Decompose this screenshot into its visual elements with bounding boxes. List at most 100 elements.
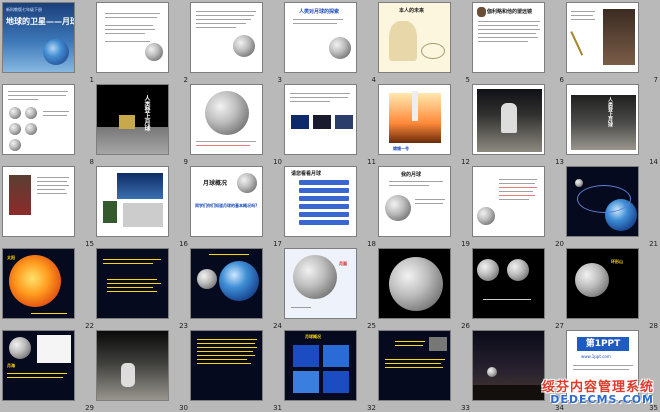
slide-thumb-19[interactable]: 我的月球 19 [378, 166, 472, 248]
slide-number: 10 [273, 158, 282, 166]
slide-number: 20 [555, 240, 564, 248]
slide-number: 12 [461, 158, 470, 166]
slide-thumb-1[interactable]: 新科教版七年级下册 地球的卫星——月球 1 [2, 2, 96, 84]
moon-image [145, 43, 163, 61]
slide-number: 25 [367, 322, 376, 330]
slide-number: 7 [653, 76, 658, 84]
slide-number: 8 [89, 158, 94, 166]
slide-thumb-16[interactable]: 16 [96, 166, 190, 248]
slide-sorter: 新科教版七年级下册 地球的卫星——月球 1 2 3 人类对月球的探索 4 本人的… [0, 0, 660, 412]
slide-number: 30 [179, 404, 188, 412]
earth-image [43, 39, 69, 65]
slide-title: 嫦娥一号 [393, 146, 409, 151]
slide-number: 23 [179, 322, 188, 330]
slide-number: 19 [461, 240, 470, 248]
slide-thumb-32[interactable]: 月球概况 32 [284, 330, 378, 412]
site-watermark: 绥芬内容管理系统 DEDECMS.COM [542, 376, 654, 406]
sun-image [9, 255, 61, 307]
slide-number: 18 [367, 240, 376, 248]
slide-number: 24 [273, 322, 282, 330]
slide-subtitle: 同学们你们知道月球的基本概况吗? [195, 203, 258, 208]
slide-thumb-22[interactable]: 太阳 22 [2, 248, 96, 330]
moon-image [507, 259, 529, 281]
slide-number: 14 [649, 158, 658, 166]
slide-number: 15 [85, 240, 94, 248]
slide-title: 月球概况 [203, 180, 228, 187]
slide-title: 月面 [339, 261, 347, 266]
slide-number: 11 [367, 158, 376, 166]
moon-image [487, 367, 497, 377]
moon-image [575, 263, 609, 297]
slide-thumb-21[interactable]: 21 [566, 166, 660, 248]
slide-thumb-3[interactable]: 3 [190, 2, 284, 84]
slide-number: 21 [649, 240, 658, 248]
moon-map [37, 335, 71, 363]
moon-image [389, 257, 443, 311]
slide-title: 人类对月球的探索 [299, 9, 340, 15]
lunar-surface [97, 127, 168, 154]
moon-image [477, 207, 495, 225]
moon-image [329, 37, 351, 59]
slide-subtitle: 新科教版七年级下册 [6, 7, 42, 12]
astronaut-portrait [103, 201, 117, 223]
slide-thumb-14[interactable]: 人类登上月球 14 [566, 84, 660, 166]
galileo-portrait [477, 7, 486, 17]
slide-title: 月海 [7, 363, 15, 368]
slide-thumb-6[interactable]: 伽利略和他的望远镜 6 [472, 2, 566, 84]
galileo-portrait [603, 9, 635, 65]
lunar-module [119, 115, 135, 129]
slide-thumb-12[interactable]: 嫦娥一号 12 [378, 84, 472, 166]
slide-thumb-23[interactable]: 23 [96, 248, 190, 330]
slide-number: 29 [85, 404, 94, 412]
slide-title: 地球的卫星——月球 [6, 17, 75, 26]
slide-thumb-28[interactable]: 环形山 28 [566, 248, 660, 330]
slide-number: 28 [649, 322, 658, 330]
slide-thumb-27[interactable]: 27 [472, 248, 566, 330]
slide-number: 9 [183, 158, 188, 166]
slide-thumb-7[interactable]: 7 [566, 2, 660, 84]
slide-number: 31 [273, 404, 282, 412]
moon-image [233, 35, 255, 57]
moon-image [237, 173, 257, 193]
slide-number: 16 [179, 240, 188, 248]
slide-title: 请您看看月球 [291, 171, 322, 177]
slide-title: 我的月球 [401, 172, 422, 178]
watermark-en: DEDECMS.COM [550, 393, 654, 406]
slide-title: 本人的未来 [399, 8, 425, 14]
slide-thumb-18[interactable]: 请您看看月球 18 [284, 166, 378, 248]
slide-subtitle: www.1ppt.com [581, 354, 611, 359]
slide-thumb-26[interactable]: 26 [378, 248, 472, 330]
telescope-image [570, 24, 598, 56]
slide-thumb-15[interactable]: 15 [2, 166, 96, 248]
child-drawing [389, 21, 417, 61]
slide-thumb-10[interactable]: 10 [190, 84, 284, 166]
slide-number: 26 [461, 322, 470, 330]
slide-number: 2 [183, 76, 188, 84]
slide-thumb-17[interactable]: 月球概况 同学们你们知道月球的基本概况吗? 17 [190, 166, 284, 248]
slide-thumb-13[interactable]: 13 [472, 84, 566, 166]
earth-image [219, 261, 259, 301]
slide-thumb-33[interactable]: 33 [378, 330, 472, 412]
slide-thumb-9[interactable]: 人类登上月球 9 [96, 84, 190, 166]
slide-number: 5 [465, 76, 470, 84]
slide-thumb-20[interactable]: 20 [472, 166, 566, 248]
slide-number: 4 [371, 76, 376, 84]
slide-thumb-25[interactable]: 月面 25 [284, 248, 378, 330]
slide-thumb-8[interactable]: 8 [2, 84, 96, 166]
moon-image [9, 337, 31, 359]
astronaut-portrait [9, 175, 31, 215]
slide-thumb-5[interactable]: 本人的未来 5 [378, 2, 472, 84]
slide-thumb-11[interactable]: 11 [284, 84, 378, 166]
moon-image [197, 269, 217, 289]
slide-thumb-31[interactable]: 31 [190, 330, 284, 412]
slide-thumb-30[interactable]: 30 [96, 330, 190, 412]
ppt-logo: 第1PPT [577, 337, 629, 351]
slide-number: 13 [555, 158, 564, 166]
slide-number: 3 [277, 76, 282, 84]
slide-thumb-4[interactable]: 人类对月球的探索 4 [284, 2, 378, 84]
moon-image [205, 91, 249, 135]
slide-number: 33 [461, 404, 470, 412]
slide-thumb-29[interactable]: 月海 29 [2, 330, 96, 412]
slide-thumb-24[interactable]: 24 [190, 248, 284, 330]
slide-thumb-2[interactable]: 2 [96, 2, 190, 84]
